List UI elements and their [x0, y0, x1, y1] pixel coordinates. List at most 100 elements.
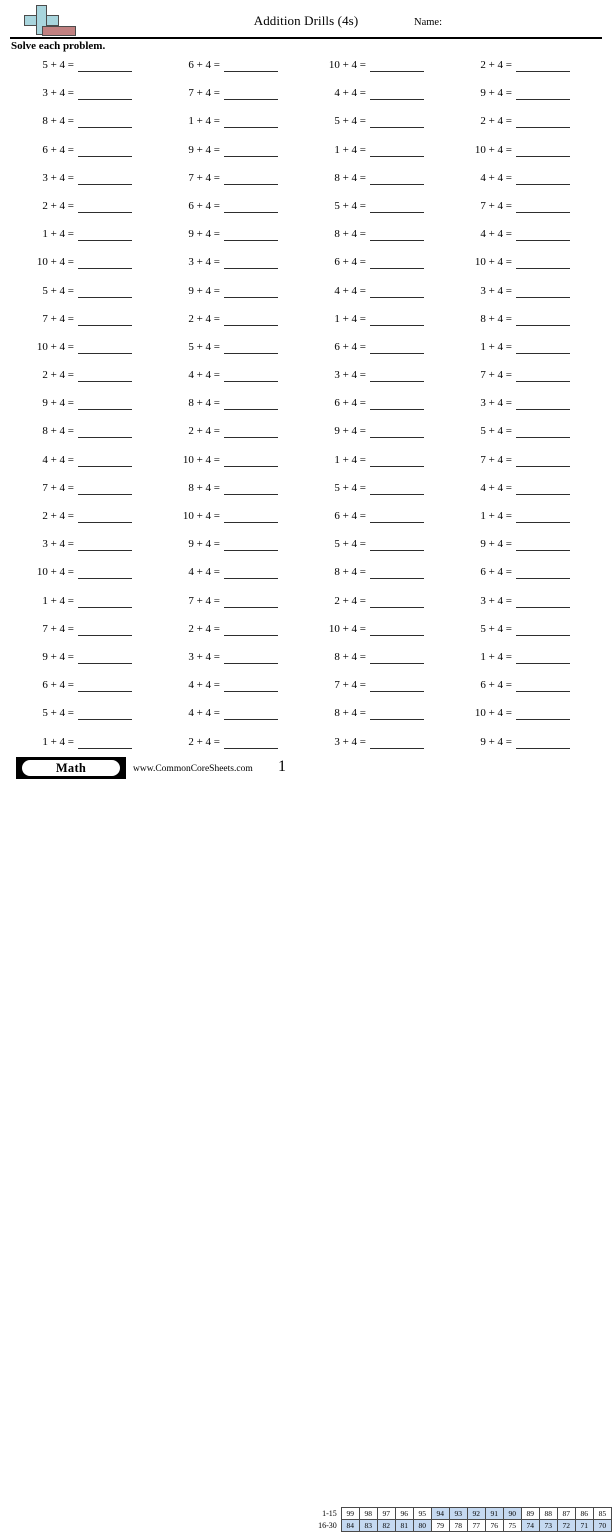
answer-blank[interactable] — [224, 481, 278, 495]
answer-blank[interactable] — [78, 678, 132, 693]
answer-blank[interactable] — [370, 86, 424, 101]
answer-blank[interactable] — [224, 453, 278, 467]
answer-blank[interactable] — [516, 199, 570, 213]
answer-blank[interactable] — [224, 86, 278, 101]
answer-blank[interactable] — [516, 537, 570, 552]
answer-blank[interactable] — [224, 171, 278, 185]
answer-blank[interactable] — [78, 199, 132, 213]
answer-blank[interactable] — [370, 340, 424, 354]
answer-blank[interactable] — [516, 255, 570, 270]
answer-blank[interactable] — [370, 509, 424, 523]
answer-blank[interactable] — [224, 284, 278, 298]
answer-blank[interactable] — [78, 284, 132, 298]
answer-blank[interactable] — [370, 255, 424, 270]
answer-blank[interactable] — [78, 86, 132, 101]
answer-blank[interactable] — [516, 650, 570, 664]
answer-blank[interactable] — [224, 396, 278, 411]
answer-blank[interactable] — [78, 537, 132, 552]
answer-blank[interactable] — [370, 227, 424, 242]
answer-blank[interactable] — [516, 706, 570, 721]
answer-blank[interactable] — [370, 114, 424, 129]
answer-blank[interactable] — [516, 114, 570, 129]
answer-blank[interactable] — [516, 227, 570, 242]
answer-blank[interactable] — [370, 58, 424, 72]
answer-blank[interactable] — [78, 453, 132, 467]
answer-blank[interactable] — [224, 340, 278, 354]
answer-blank[interactable] — [516, 622, 570, 636]
answer-blank[interactable] — [516, 171, 570, 185]
answer-blank[interactable] — [78, 424, 132, 439]
answer-blank[interactable] — [516, 453, 570, 467]
answer-blank[interactable] — [224, 143, 278, 157]
answer-blank[interactable] — [370, 537, 424, 552]
answer-blank[interactable] — [516, 143, 570, 157]
answer-blank[interactable] — [78, 565, 132, 580]
answer-blank[interactable] — [370, 622, 424, 636]
answer-blank[interactable] — [78, 650, 132, 664]
answer-blank[interactable] — [224, 58, 278, 72]
answer-blank[interactable] — [78, 143, 132, 157]
answer-blank[interactable] — [516, 424, 570, 439]
answer-blank[interactable] — [516, 312, 570, 326]
answer-blank[interactable] — [78, 312, 132, 326]
answer-blank[interactable] — [78, 227, 132, 242]
answer-blank[interactable] — [370, 706, 424, 721]
answer-blank[interactable] — [78, 58, 132, 72]
answer-blank[interactable] — [370, 424, 424, 439]
answer-blank[interactable] — [516, 735, 570, 749]
answer-blank[interactable] — [370, 678, 424, 693]
answer-blank[interactable] — [78, 171, 132, 185]
answer-blank[interactable] — [78, 255, 132, 270]
answer-blank[interactable] — [224, 622, 278, 636]
answer-blank[interactable] — [370, 481, 424, 495]
answer-blank[interactable] — [370, 453, 424, 467]
answer-blank[interactable] — [224, 678, 278, 693]
answer-blank[interactable] — [224, 199, 278, 213]
answer-blank[interactable] — [78, 735, 132, 749]
answer-blank[interactable] — [370, 171, 424, 185]
answer-blank[interactable] — [78, 396, 132, 411]
answer-blank[interactable] — [516, 86, 570, 101]
answer-blank[interactable] — [224, 227, 278, 242]
answer-blank[interactable] — [78, 340, 132, 354]
answer-blank[interactable] — [78, 114, 132, 129]
answer-blank[interactable] — [224, 537, 278, 552]
answer-blank[interactable] — [370, 368, 424, 383]
answer-blank[interactable] — [224, 594, 278, 608]
answer-blank[interactable] — [370, 735, 424, 749]
answer-blank[interactable] — [224, 509, 278, 523]
answer-blank[interactable] — [78, 481, 132, 495]
answer-blank[interactable] — [516, 58, 570, 72]
answer-blank[interactable] — [224, 368, 278, 383]
answer-blank[interactable] — [78, 622, 132, 636]
answer-blank[interactable] — [224, 255, 278, 270]
answer-blank[interactable] — [370, 594, 424, 608]
answer-blank[interactable] — [516, 678, 570, 693]
answer-blank[interactable] — [516, 594, 570, 608]
answer-blank[interactable] — [78, 368, 132, 383]
answer-blank[interactable] — [516, 481, 570, 495]
answer-blank[interactable] — [370, 565, 424, 580]
answer-blank[interactable] — [224, 735, 278, 749]
answer-blank[interactable] — [370, 396, 424, 411]
answer-blank[interactable] — [78, 509, 132, 523]
answer-blank[interactable] — [370, 143, 424, 157]
answer-blank[interactable] — [78, 594, 132, 608]
answer-blank[interactable] — [78, 706, 132, 721]
answer-blank[interactable] — [516, 368, 570, 383]
answer-blank[interactable] — [224, 650, 278, 664]
answer-blank[interactable] — [516, 396, 570, 411]
answer-blank[interactable] — [516, 340, 570, 354]
answer-blank[interactable] — [516, 284, 570, 298]
answer-blank[interactable] — [224, 424, 278, 439]
answer-blank[interactable] — [224, 312, 278, 326]
answer-blank[interactable] — [370, 284, 424, 298]
answer-blank[interactable] — [516, 565, 570, 580]
answer-blank[interactable] — [516, 509, 570, 523]
answer-blank[interactable] — [224, 114, 278, 129]
answer-blank[interactable] — [224, 565, 278, 580]
answer-blank[interactable] — [370, 650, 424, 664]
answer-blank[interactable] — [224, 706, 278, 721]
answer-blank[interactable] — [370, 199, 424, 213]
answer-blank[interactable] — [370, 312, 424, 326]
